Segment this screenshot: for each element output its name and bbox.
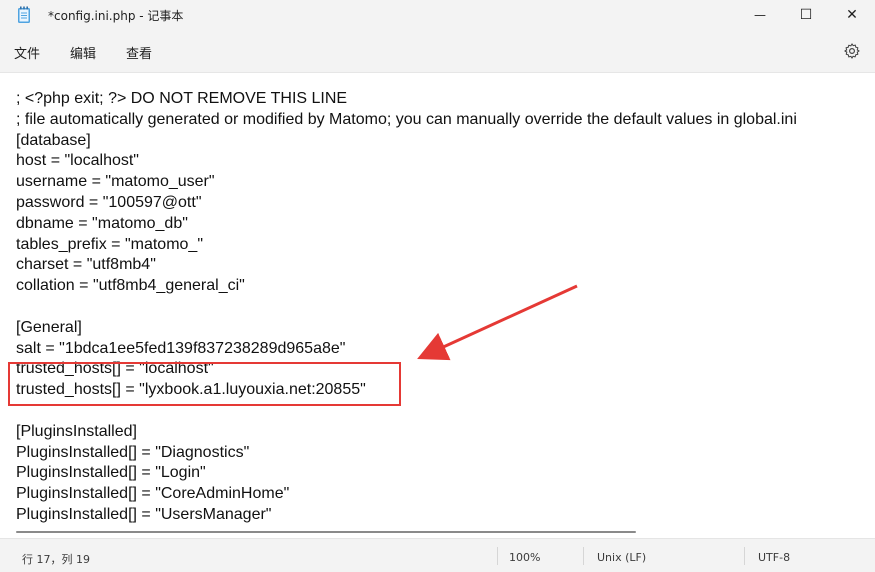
status-divider <box>583 547 584 565</box>
title-bar: *config.ini.php - 记事本 — ☐ ✕ <box>0 0 875 30</box>
editor-line[interactable]: PluginsInstalled[] = "UsersManager" <box>16 505 797 526</box>
status-divider <box>744 547 745 565</box>
cursor-position: 行 17，列 19 <box>22 553 90 566</box>
editor-line[interactable]: dbname = "matomo_db" <box>16 214 797 235</box>
minimize-icon: — <box>754 8 766 22</box>
editor-line[interactable]: ; file automatically generated or modifi… <box>16 110 797 131</box>
menu-file[interactable]: 文件 <box>14 43 40 62</box>
close-button[interactable]: ✕ <box>829 0 875 30</box>
maximize-button[interactable]: ☐ <box>783 0 829 30</box>
status-bar: 行 17，列 19 100% Unix (LF) UTF-8 <box>0 538 875 572</box>
editor-line[interactable]: PluginsInstalled[] = "Login" <box>16 463 797 484</box>
editor-line[interactable]: charset = "utf8mb4" <box>16 255 797 276</box>
line-ending: Unix (LF) <box>597 551 647 564</box>
editor-line[interactable]: [database] <box>16 131 797 152</box>
editor-content[interactable]: ; <?php exit; ?> DO NOT REMOVE THIS LINE… <box>16 89 797 526</box>
editor-line[interactable] <box>16 297 797 318</box>
maximize-icon: ☐ <box>799 7 813 23</box>
close-icon: ✕ <box>846 7 858 23</box>
editor-line[interactable]: salt = "1bdca1ee5fed139f837238289d965a8e… <box>16 339 797 360</box>
encoding: UTF-8 <box>758 551 791 564</box>
minimize-button[interactable]: — <box>737 0 783 30</box>
menu-bar: 文件 编辑 查看 <box>0 30 875 72</box>
editor-line[interactable]: tables_prefix = "matomo_" <box>16 235 797 256</box>
editor-line[interactable]: collation = "utf8mb4_general_ci" <box>16 276 797 297</box>
window-title: *config.ini.php - 记事本 <box>48 9 184 23</box>
menu-view[interactable]: 查看 <box>126 43 152 62</box>
annotation-highlight-box <box>8 362 401 406</box>
status-divider <box>497 547 498 565</box>
editor-line[interactable]: ; <?php exit; ?> DO NOT REMOVE THIS LINE <box>16 89 797 110</box>
notepad-icon <box>18 6 30 23</box>
editor-line[interactable]: PluginsInstalled[] = "Diagnostics" <box>16 443 797 464</box>
editor-line[interactable]: [PluginsInstalled] <box>16 422 797 443</box>
text-editor[interactable]: ; <?php exit; ?> DO NOT REMOVE THIS LINE… <box>0 72 875 538</box>
gear-icon[interactable] <box>843 42 861 60</box>
horizontal-scrollbar[interactable] <box>16 531 636 533</box>
editor-line[interactable]: password = "100597@ott" <box>16 193 797 214</box>
zoom-level: 100% <box>509 551 541 564</box>
editor-line[interactable]: PluginsInstalled[] = "CoreAdminHome" <box>16 484 797 505</box>
editor-line[interactable]: [General] <box>16 318 797 339</box>
editor-line[interactable]: host = "localhost" <box>16 151 797 172</box>
editor-line[interactable]: username = "matomo_user" <box>16 172 797 193</box>
menu-edit[interactable]: 编辑 <box>70 43 96 62</box>
